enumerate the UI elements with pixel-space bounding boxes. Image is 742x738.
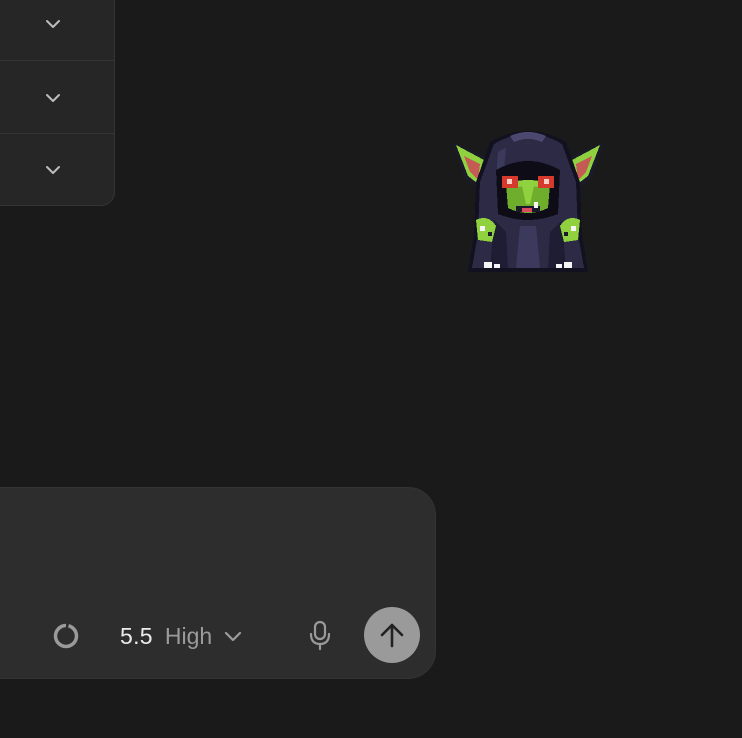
app-window: 5.5 High — [0, 0, 742, 738]
chevron-down-icon[interactable] — [43, 88, 63, 108]
goblin-sprite — [452, 131, 604, 272]
collapsible-row[interactable] — [0, 60, 115, 134]
context-ring-icon[interactable] — [52, 622, 80, 650]
reasoning-effort-label: High — [164, 622, 213, 649]
send-button[interactable] — [364, 607, 420, 663]
collapsible-row[interactable] — [0, 133, 115, 207]
microphone-icon[interactable] — [304, 618, 336, 652]
chevron-down-icon[interactable] — [43, 14, 63, 34]
collapsible-panel — [0, 0, 115, 206]
collapsible-row[interactable] — [0, 0, 115, 60]
chevron-down-icon[interactable] — [222, 625, 244, 647]
arrow-up-icon — [380, 623, 404, 648]
model-version: 5.5 — [120, 622, 153, 649]
chevron-down-icon[interactable] — [43, 160, 63, 180]
model-selector[interactable]: 5.5 High — [120, 618, 244, 654]
